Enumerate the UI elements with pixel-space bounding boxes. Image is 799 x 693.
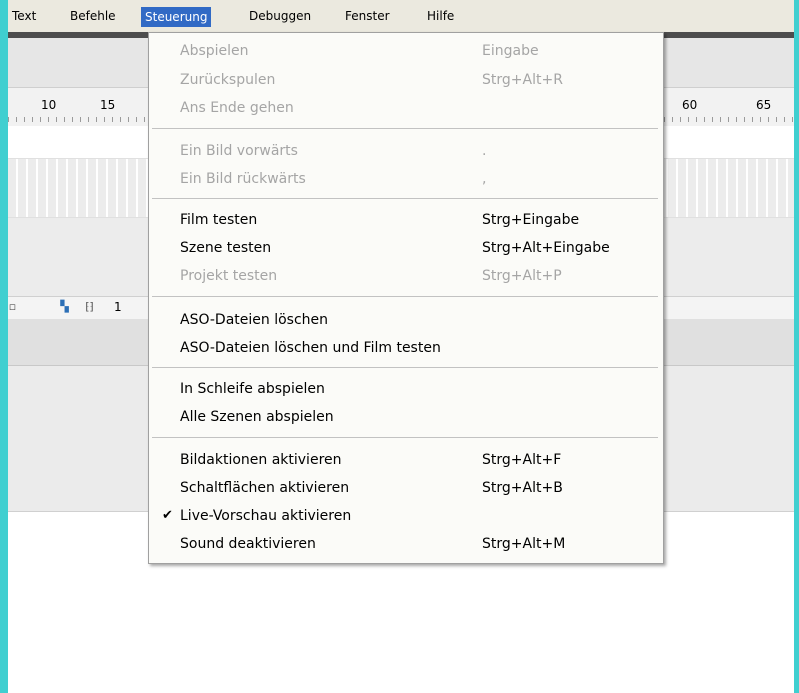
menu-item-shortcut: Eingabe — [482, 43, 539, 59]
menu-item-shortcut: , — [482, 171, 487, 187]
menu-item-label: Abspielen — [180, 43, 249, 59]
window-frame-right — [794, 0, 799, 693]
menu-item-shortcut: Strg+Alt+R — [482, 72, 563, 88]
menu-item-schaltflaechen-aktivieren[interactable]: Schaltflächen aktivieren Strg+Alt+B — [149, 476, 663, 500]
menu-steuerung[interactable]: Steuerung — [141, 7, 212, 27]
menu-item-live-vorschau-aktivieren[interactable]: ✔ Live-Vorschau aktivieren — [149, 504, 663, 528]
ruler-label: 10 — [41, 98, 57, 112]
menu-item-szene-testen[interactable]: Szene testen Strg+Alt+Eingabe — [149, 236, 663, 260]
menu-item-shortcut: Strg+Alt+P — [482, 268, 562, 284]
menu-item-label: ASO-Dateien löschen — [180, 312, 329, 328]
ruler-label: 60 — [682, 98, 698, 112]
menu-item-projekt-testen[interactable]: Projekt testen Strg+Alt+P — [149, 264, 663, 288]
menu-bar: Text Befehle Steuerung Debuggen Fenster … — [8, 0, 794, 33]
window-frame-left — [0, 0, 8, 693]
menu-fenster[interactable]: Fenster — [341, 6, 394, 26]
menu-item-label: Ein Bild vorwärts — [180, 143, 298, 159]
menu-item-shortcut: . — [482, 143, 487, 159]
menu-item-label: Szene testen — [180, 240, 272, 256]
menu-item-label: Alle Szenen abspielen — [180, 409, 334, 425]
menu-item-label: Bildaktionen aktivieren — [180, 452, 342, 468]
menu-item-ans-ende-gehen[interactable]: Ans Ende gehen — [149, 96, 663, 120]
menu-separator — [152, 128, 658, 129]
application-window: Text Befehle Steuerung Debuggen Fenster … — [8, 0, 794, 693]
menu-separator — [152, 198, 658, 199]
menu-item-label: Ans Ende gehen — [180, 100, 294, 116]
menu-item-shortcut: Strg+Alt+M — [482, 536, 566, 552]
menu-item-alle-szenen-abspielen[interactable]: Alle Szenen abspielen — [149, 405, 663, 429]
menu-item-label: Ein Bild rückwärts — [180, 171, 306, 187]
menu-item-shortcut: Strg+Alt+B — [482, 480, 563, 496]
menu-item-label: Film testen — [180, 212, 258, 228]
steuerung-dropdown-menu: Abspielen Eingabe Zurückspulen Strg+Alt+… — [148, 32, 664, 564]
menu-item-bild-vorwaerts[interactable]: Ein Bild vorwärts . — [149, 139, 663, 163]
current-frame-number: 1 — [114, 300, 122, 314]
checkmark-icon: ✔ — [162, 508, 173, 523]
menu-separator — [152, 367, 658, 368]
menu-item-sound-deaktivieren[interactable]: Sound deaktivieren Strg+Alt+M — [149, 532, 663, 556]
menu-hilfe[interactable]: Hilfe — [423, 6, 458, 26]
menu-item-label: Schaltflächen aktivieren — [180, 480, 350, 496]
edit-multiple-frames-icon[interactable]: ⁅⁆ — [84, 301, 95, 312]
menu-item-shortcut: Strg+Alt+F — [482, 452, 562, 468]
menu-text[interactable]: Text — [8, 6, 40, 26]
onion-skin-icon[interactable]: ▫ — [7, 301, 18, 312]
menu-befehle[interactable]: Befehle — [66, 6, 120, 26]
menu-item-label: In Schleife abspielen — [180, 381, 325, 397]
menu-separator — [152, 296, 658, 297]
menu-item-aso-loeschen-film-testen[interactable]: ASO-Dateien löschen und Film testen — [149, 336, 663, 360]
menu-item-shortcut: Strg+Alt+Eingabe — [482, 240, 610, 256]
menu-item-label: Sound deaktivieren — [180, 536, 316, 552]
menu-item-label: ASO-Dateien löschen und Film testen — [180, 340, 441, 356]
menu-item-label: Zurückspulen — [180, 72, 276, 88]
ruler-label: 65 — [756, 98, 772, 112]
menu-item-label: Live-Vorschau aktivieren — [180, 508, 352, 524]
ruler-label: 15 — [100, 98, 116, 112]
menu-separator — [152, 437, 658, 438]
menu-item-in-schleife-abspielen[interactable]: In Schleife abspielen — [149, 377, 663, 401]
menu-item-bild-rueckwaerts[interactable]: Ein Bild rückwärts , — [149, 167, 663, 191]
menu-item-aso-loeschen[interactable]: ASO-Dateien löschen — [149, 308, 663, 332]
menu-debuggen[interactable]: Debuggen — [245, 6, 315, 26]
menu-item-shortcut: Strg+Eingabe — [482, 212, 580, 228]
menu-item-bildaktionen-aktivieren[interactable]: Bildaktionen aktivieren Strg+Alt+F — [149, 448, 663, 472]
menu-item-film-testen[interactable]: Film testen Strg+Eingabe — [149, 208, 663, 232]
menu-item-label: Projekt testen — [180, 268, 278, 284]
onion-outline-icon[interactable]: ▚ — [59, 301, 70, 312]
menu-item-abspielen[interactable]: Abspielen Eingabe — [149, 39, 663, 63]
menu-item-zurueckspulen[interactable]: Zurückspulen Strg+Alt+R — [149, 68, 663, 92]
